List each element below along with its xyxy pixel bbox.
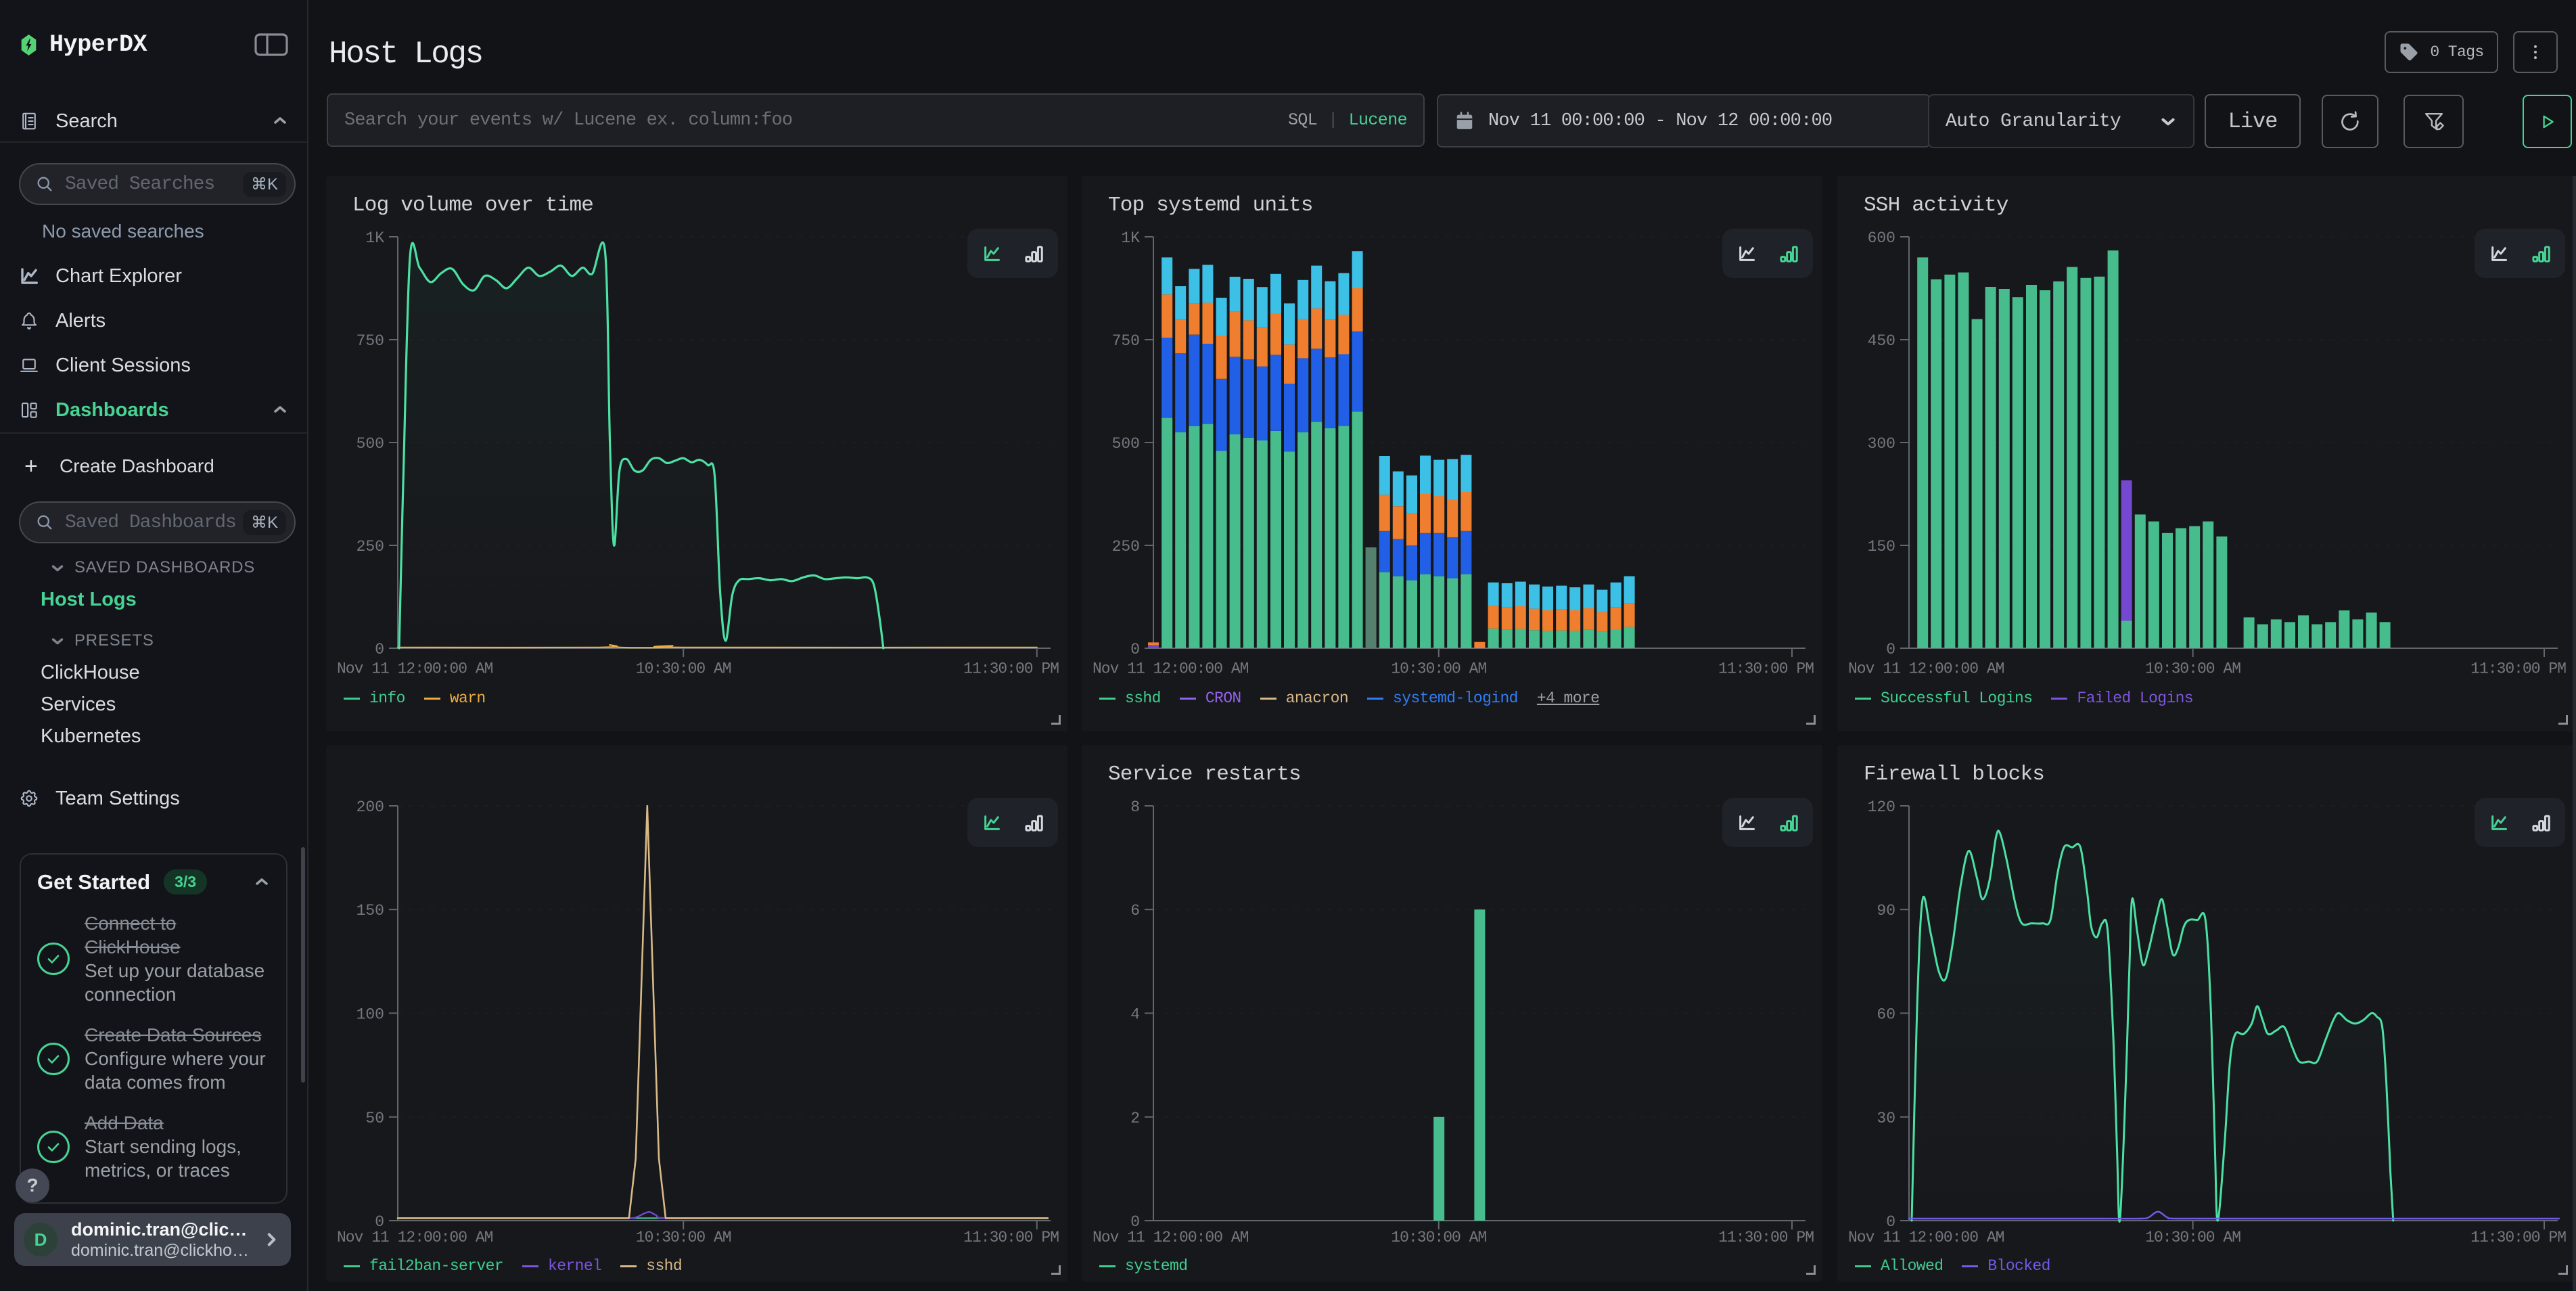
svg-text:150: 150: [1868, 538, 1895, 556]
svg-text:4: 4: [1130, 1005, 1140, 1023]
svg-text:100: 100: [356, 1005, 384, 1023]
svg-text:0: 0: [1886, 641, 1895, 658]
svg-text:30: 30: [1877, 1110, 1895, 1127]
svg-text:200: 200: [356, 798, 384, 816]
svg-text:450: 450: [1868, 332, 1895, 350]
svg-text:11:30:00 PM: 11:30:00 PM: [1718, 1229, 1814, 1246]
svg-text:10:30:00 AM: 10:30:00 AM: [636, 1229, 731, 1246]
svg-text:250: 250: [1112, 538, 1140, 556]
svg-text:11:30:00 PM: 11:30:00 PM: [2470, 1229, 2566, 1246]
svg-text:Nov 11 12:00:00 AM: Nov 11 12:00:00 AM: [1092, 660, 1249, 677]
svg-text:11:30:00 PM: 11:30:00 PM: [963, 1229, 1059, 1246]
svg-text:10:30:00 AM: 10:30:00 AM: [1391, 1229, 1486, 1246]
svg-text:10:30:00 AM: 10:30:00 AM: [1391, 660, 1486, 677]
svg-text:1K: 1K: [1121, 229, 1140, 247]
svg-text:2: 2: [1130, 1110, 1140, 1127]
svg-text:500: 500: [356, 435, 384, 453]
svg-text:10:30:00 AM: 10:30:00 AM: [2145, 660, 2240, 677]
svg-text:750: 750: [1112, 332, 1140, 350]
svg-text:600: 600: [1868, 229, 1895, 247]
svg-text:50: 50: [365, 1110, 384, 1127]
svg-text:750: 750: [356, 332, 384, 350]
svg-text:Nov 11 12:00:00 AM: Nov 11 12:00:00 AM: [1848, 1229, 2004, 1246]
svg-text:Nov 11 12:00:00 AM: Nov 11 12:00:00 AM: [1092, 1229, 1249, 1246]
svg-text:150: 150: [356, 902, 384, 920]
svg-text:11:30:00 PM: 11:30:00 PM: [1718, 660, 1814, 677]
svg-text:10:30:00 AM: 10:30:00 AM: [636, 660, 731, 677]
svg-text:10:30:00 AM: 10:30:00 AM: [2145, 1229, 2240, 1246]
svg-text:120: 120: [1868, 798, 1895, 816]
svg-text:11:30:00 PM: 11:30:00 PM: [2470, 660, 2566, 677]
svg-text:Nov 11 12:00:00 AM: Nov 11 12:00:00 AM: [1848, 660, 2004, 677]
svg-text:Nov 11 12:00:00 AM: Nov 11 12:00:00 AM: [337, 660, 493, 677]
svg-text:1K: 1K: [365, 229, 384, 247]
svg-text:250: 250: [356, 538, 384, 556]
svg-text:0: 0: [375, 641, 384, 658]
svg-text:Nov 11 12:00:00 AM: Nov 11 12:00:00 AM: [337, 1229, 493, 1246]
svg-text:6: 6: [1130, 902, 1140, 920]
svg-text:60: 60: [1877, 1005, 1895, 1023]
svg-text:300: 300: [1868, 435, 1895, 453]
svg-text:8: 8: [1130, 798, 1140, 816]
svg-text:0: 0: [1130, 641, 1140, 658]
svg-text:11:30:00 PM: 11:30:00 PM: [963, 660, 1059, 677]
svg-text:90: 90: [1877, 902, 1895, 920]
svg-text:500: 500: [1112, 435, 1140, 453]
